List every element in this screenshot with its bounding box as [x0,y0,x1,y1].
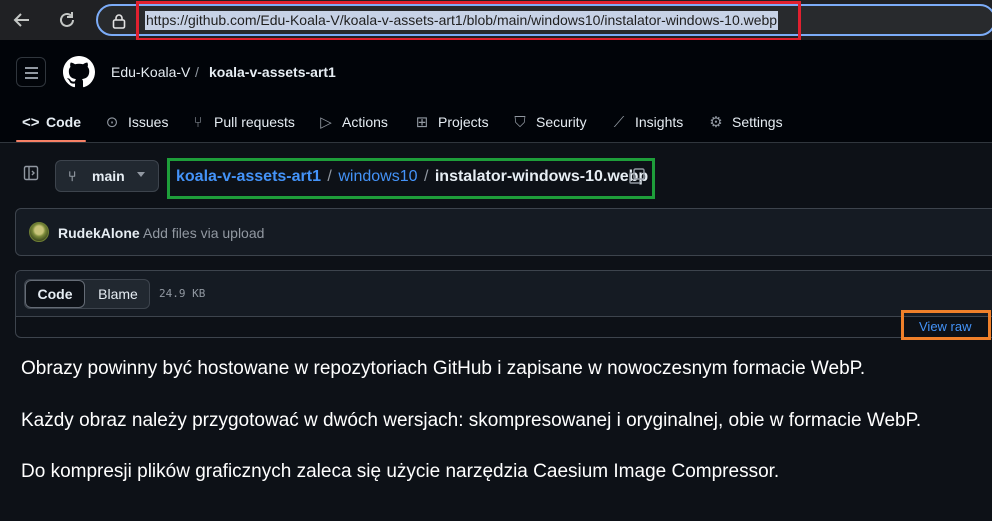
tab-settings[interactable]: ⚙ Settings [708,102,783,142]
tab-security[interactable]: ⛉ Security [512,102,587,142]
commit-message[interactable]: Add files via upload [143,225,264,241]
lock-icon [112,14,126,29]
pull-request-icon: ⑂ [193,113,203,131]
issue-icon: ⊙ [105,114,119,131]
blame-view-button[interactable]: Blame [85,280,149,308]
menu-button[interactable] [16,57,46,87]
view-raw-highlight-box [901,310,991,340]
shield-icon: ⛉ [514,113,526,131]
tab-label: Code [46,114,81,130]
tab-label: Pull requests [214,114,295,130]
active-tab-underline [16,140,86,142]
tab-projects[interactable]: ⊞ Projects [414,102,489,142]
view-mode-toggle: Code Blame [24,279,150,309]
play-icon: ▷ [320,114,332,131]
branch-icon: ⑂ [68,168,77,184]
side-panel-toggle-icon[interactable] [20,165,42,187]
breadcrumb-separator: / [195,64,199,80]
file-size: 24.9 KB [159,287,206,300]
graph-icon: ⟋ [613,113,625,131]
tab-label: Security [536,114,587,130]
instruction-text: Do kompresji plików graficznych zaleca s… [21,461,780,482]
branch-name: main [92,168,125,184]
tab-insights[interactable]: ⟋ Insights [611,102,684,142]
avatar[interactable] [29,222,49,242]
repo-tabs: <> Code ⊙ Issues ⑂ Pull requests ▷ Actio… [0,102,992,142]
gear-icon: ⚙ [709,114,723,131]
code-view-button[interactable]: Code [25,280,85,308]
back-arrow-icon[interactable] [9,7,35,33]
tab-issues[interactable]: ⊙ Issues [104,102,169,142]
tab-label: Insights [635,114,684,130]
chevron-down-icon [137,172,145,177]
reload-icon[interactable] [54,7,80,33]
branch-selector[interactable]: ⑂ main [55,160,159,192]
instruction-text: Obrazy powinny być hostowane w repozytor… [21,358,866,379]
menu-line [25,72,38,74]
url-highlight-box [136,1,801,41]
instruction-text: Każdy obraz należy przygotować w dwóch w… [21,410,922,431]
repo-owner-link[interactable]: Edu-Koala-V [111,64,190,80]
tab-actions[interactable]: ▷ Actions [318,102,388,142]
tab-code[interactable]: <> Code [22,102,81,142]
code-icon: <> [22,113,40,131]
latest-commit-box: RudekAlone Add files via upload [15,208,992,256]
browser-toolbar: https://github.com/Edu-Koala-V/koala-v-a… [0,0,992,41]
tab-pull-requests[interactable]: ⑂ Pull requests [190,102,295,142]
tab-label: Settings [732,114,783,130]
github-header: Edu-Koala-V / koala-v-assets-art1 <> Cod… [0,40,992,143]
github-logo-icon[interactable] [63,56,95,88]
repo-name-link[interactable]: koala-v-assets-art1 [209,64,336,80]
tab-label: Projects [438,114,489,130]
file-toolbar: Code Blame 24.9 KB [16,271,992,317]
tab-label: Actions [342,114,388,130]
file-view-box: Code Blame 24.9 KB [15,270,992,338]
tab-label: Issues [128,114,169,130]
table-icon: ⊞ [415,114,429,131]
commit-author[interactable]: RudekAlone [58,225,140,241]
menu-line [25,77,38,79]
path-highlight-box [167,158,655,199]
menu-line [25,67,38,69]
